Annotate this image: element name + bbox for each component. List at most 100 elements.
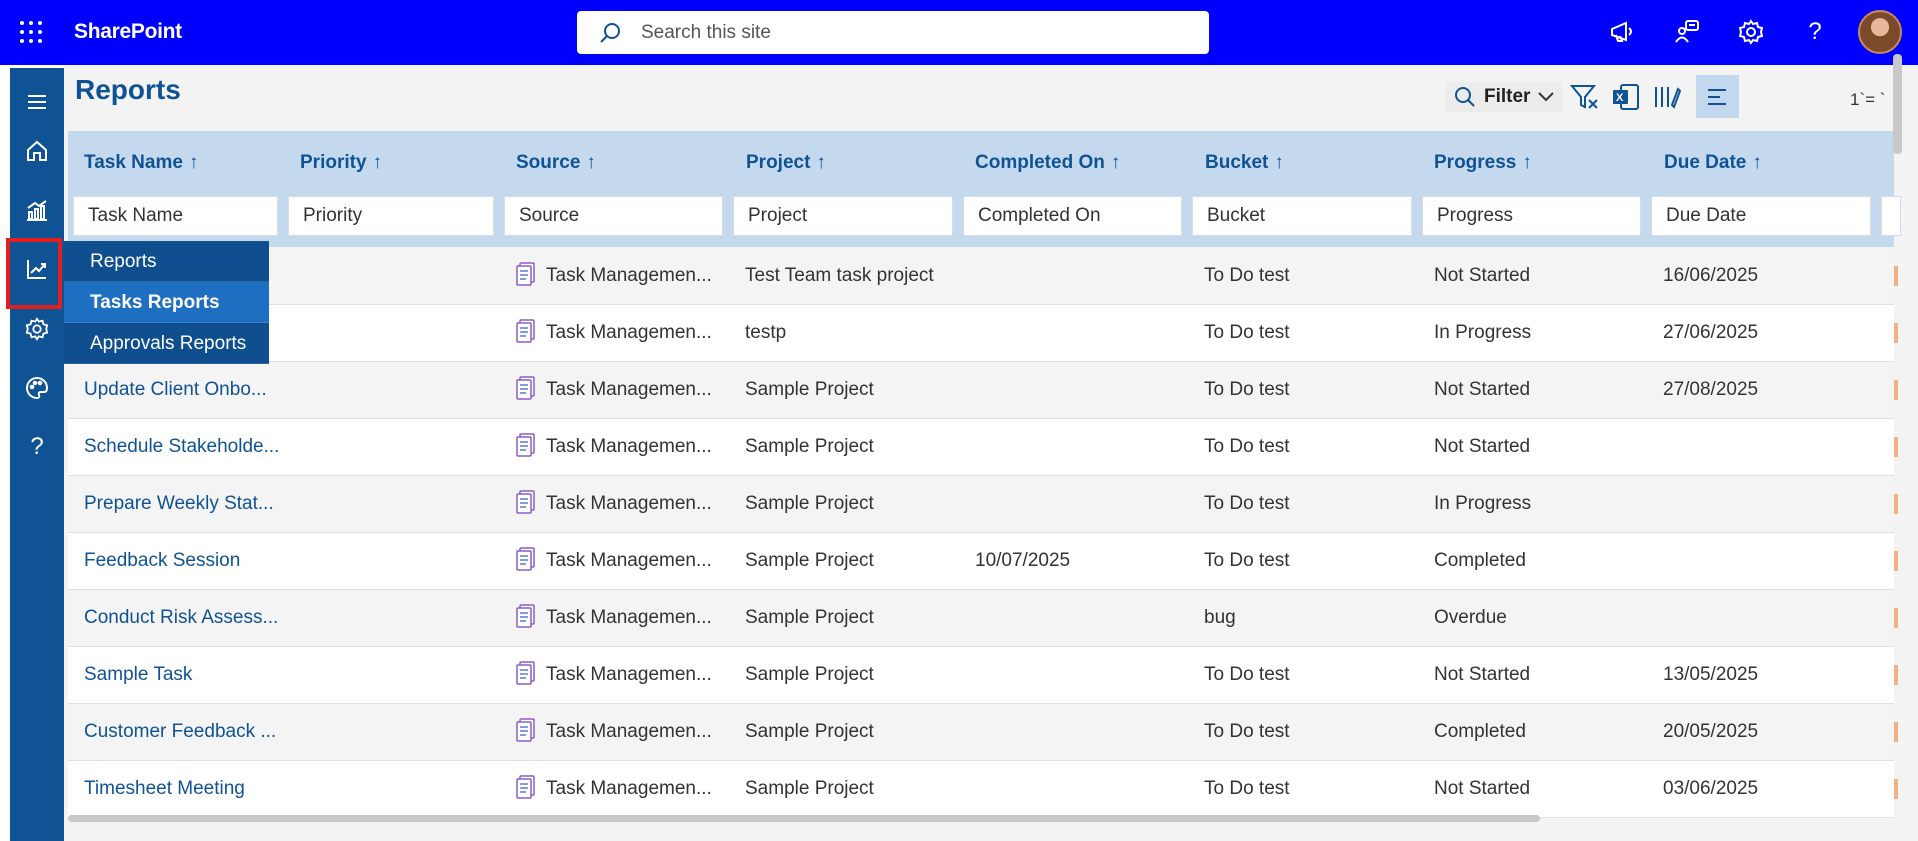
clear-filter-icon[interactable] bbox=[1568, 80, 1602, 114]
table-row[interactable]: Task Managemen... testp To Do test In Progr… bbox=[68, 305, 1898, 362]
column-header-project[interactable]: Project ↑ bbox=[746, 152, 826, 174]
source-label: Task Managemen... bbox=[546, 550, 712, 571]
flyout-item-tasks-reports[interactable]: Tasks Reports bbox=[64, 282, 269, 323]
due-date-cell: 27/08/2025 bbox=[1663, 379, 1759, 400]
completed-on-cell bbox=[975, 704, 1185, 760]
source-cell: Task Managemen... bbox=[516, 476, 731, 532]
project-cell: Test Team task project bbox=[745, 265, 934, 286]
flyout-item-approvals-reports[interactable]: Approvals Reports bbox=[64, 323, 269, 364]
task-name-link[interactable]: Feedback Session bbox=[84, 533, 284, 589]
priority-cell bbox=[300, 248, 500, 304]
avatar[interactable] bbox=[1858, 10, 1902, 54]
help-icon[interactable]: ? bbox=[1800, 17, 1830, 47]
source-cell: Task Managemen... bbox=[516, 419, 731, 475]
task-name-link[interactable]: Sample Task bbox=[84, 647, 284, 703]
document-icon bbox=[516, 433, 535, 457]
suite-bar: SharePoint ? bbox=[0, 0, 1918, 65]
hamburger-icon[interactable] bbox=[20, 85, 54, 119]
filter-due-date[interactable] bbox=[1651, 196, 1871, 236]
sort-arrow-icon: ↑ bbox=[586, 152, 596, 173]
priority-cell bbox=[300, 647, 500, 703]
vertical-scrollbar[interactable] bbox=[1893, 54, 1902, 154]
due-date-cell: 20/05/2025 bbox=[1663, 721, 1759, 742]
priority-cell bbox=[300, 419, 500, 475]
table-row[interactable]: Schedule Stakeholde... Task Managemen... S… bbox=[68, 419, 1898, 476]
task-name-link[interactable]: Prepare Weekly Stat... bbox=[84, 476, 284, 532]
home-icon[interactable] bbox=[20, 134, 54, 168]
priority-cell bbox=[300, 704, 500, 760]
source-cell: Task Managemen... bbox=[516, 647, 731, 703]
bucket-cell: To Do test bbox=[1204, 265, 1290, 286]
completed-on-cell bbox=[975, 362, 1185, 418]
project-cell: Sample Project bbox=[745, 607, 874, 628]
column-header-progress[interactable]: Progress ↑ bbox=[1434, 152, 1532, 174]
excel-export-icon[interactable]: X bbox=[1609, 80, 1643, 114]
task-name-link[interactable]: Customer Feedback ... bbox=[84, 704, 284, 760]
horizontal-scrollbar[interactable] bbox=[68, 815, 1540, 822]
filter-project[interactable] bbox=[733, 196, 953, 236]
table-row[interactable]: Customer Feedback ... Task Managemen... Sa… bbox=[68, 704, 1898, 761]
table-row[interactable]: Sample Task Task Managemen... Sample Proje… bbox=[68, 647, 1898, 704]
chevron-down-icon bbox=[1538, 92, 1555, 102]
column-header-priority[interactable]: Priority ↑ bbox=[300, 152, 382, 174]
filter-button[interactable]: Filter bbox=[1446, 82, 1563, 112]
source-label: Task Managemen... bbox=[546, 493, 712, 514]
task-name-link[interactable]: Update Client Onbo... bbox=[84, 362, 284, 418]
flyout-item-reports[interactable]: Reports bbox=[64, 241, 269, 282]
filter-progress[interactable] bbox=[1422, 196, 1641, 236]
bucket-cell: To Do test bbox=[1204, 778, 1290, 799]
overflow-text: 1`= ` bbox=[1850, 90, 1886, 109]
search-icon bbox=[1455, 87, 1475, 107]
column-header-completed-on[interactable]: Completed On ↑ bbox=[975, 152, 1120, 174]
task-name-link[interactable]: Schedule Stakeholde... bbox=[84, 419, 284, 475]
filter-priority[interactable] bbox=[288, 196, 494, 236]
table-row[interactable]: Update Client Onbo... Task Managemen... Sa… bbox=[68, 362, 1898, 419]
column-header-task-name[interactable]: Task Name ↑ bbox=[84, 152, 198, 174]
source-cell: Task Managemen... bbox=[516, 305, 731, 361]
sort-arrow-icon: ↑ bbox=[1274, 152, 1284, 173]
filter-source[interactable] bbox=[504, 196, 723, 236]
people-network-icon[interactable] bbox=[1672, 17, 1702, 47]
column-header-source[interactable]: Source ↑ bbox=[516, 152, 596, 174]
column-header-bucket[interactable]: Bucket ↑ bbox=[1205, 152, 1284, 174]
table-row[interactable]: Prepare Weekly Stat... Task Managemen... S… bbox=[68, 476, 1898, 533]
help-icon[interactable]: ? bbox=[20, 430, 54, 464]
megaphone-icon[interactable] bbox=[1607, 17, 1637, 47]
analytics-icon[interactable] bbox=[20, 193, 54, 227]
filter-task-name[interactable] bbox=[73, 196, 278, 236]
palette-icon[interactable] bbox=[20, 371, 54, 405]
row-status-marker bbox=[1894, 437, 1898, 457]
progress-cell: Not Started bbox=[1434, 778, 1531, 799]
table-row[interactable]: Timesheet Meeting Task Managemen... Sample… bbox=[68, 761, 1898, 818]
left-navigation-rail: ? bbox=[10, 68, 64, 841]
source-label: Task Managemen... bbox=[546, 379, 712, 400]
column-chooser-icon[interactable] bbox=[1650, 80, 1684, 114]
search-input[interactable] bbox=[641, 11, 1181, 54]
table-row[interactable]: Conduct Risk Assess... Task Managemen... S… bbox=[68, 590, 1898, 647]
due-date-cell: 16/06/2025 bbox=[1663, 265, 1759, 286]
table-row[interactable]: Feedback Session Task Managemen... Sample … bbox=[68, 533, 1898, 590]
progress-cell: In Progress bbox=[1434, 322, 1532, 343]
row-status-marker bbox=[1894, 266, 1898, 286]
filter-bucket[interactable] bbox=[1192, 196, 1412, 236]
app-brand[interactable]: SharePoint bbox=[74, 20, 182, 44]
due-date-cell: 03/06/2025 bbox=[1663, 778, 1759, 799]
due-date-cell: 27/06/2025 bbox=[1663, 322, 1759, 343]
filter-overflow-column[interactable] bbox=[1881, 196, 1901, 236]
task-name-link[interactable]: Conduct Risk Assess... bbox=[84, 590, 284, 646]
svg-text:X: X bbox=[1616, 92, 1624, 104]
priority-cell bbox=[300, 761, 500, 817]
filter-completed-on[interactable] bbox=[963, 196, 1182, 236]
group-view-icon[interactable] bbox=[1696, 75, 1739, 118]
progress-cell: Not Started bbox=[1434, 436, 1531, 457]
row-status-marker bbox=[1894, 494, 1898, 514]
gear-icon[interactable] bbox=[1736, 17, 1766, 47]
column-header-due-date[interactable]: Due Date ↑ bbox=[1664, 152, 1762, 174]
completed-on-cell bbox=[975, 305, 1185, 361]
task-name-link[interactable]: Timesheet Meeting bbox=[84, 761, 284, 817]
table-row[interactable]: Task Managemen... Test Team task project T… bbox=[68, 248, 1898, 305]
waffle-icon[interactable] bbox=[19, 20, 43, 44]
source-cell: Task Managemen... bbox=[516, 533, 731, 589]
completed-on-cell bbox=[975, 248, 1185, 304]
settings-icon[interactable] bbox=[20, 312, 54, 346]
